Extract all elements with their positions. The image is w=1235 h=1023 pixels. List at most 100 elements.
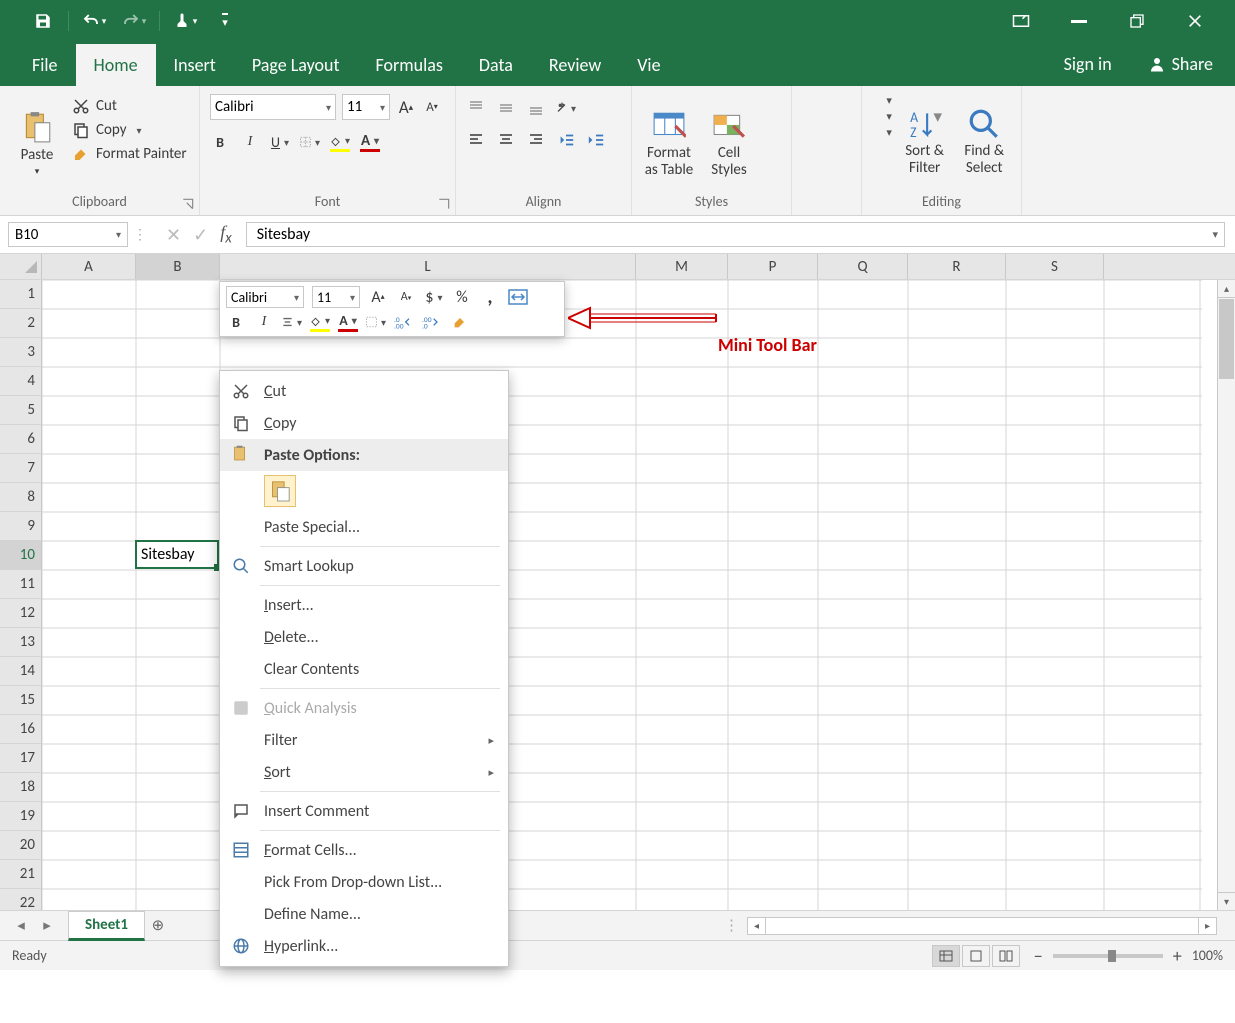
undo-button[interactable]: ▾ [77, 4, 111, 38]
ctx-paste-default[interactable] [264, 475, 296, 507]
fill-dropdown[interactable]: ▾ [886, 110, 892, 123]
mini-percent-format[interactable]: % [452, 287, 472, 307]
tab-home[interactable]: Home [76, 44, 156, 86]
format-painter-button[interactable]: Format Painter [70, 144, 189, 164]
scroll-left-button[interactable]: ◂ [748, 918, 766, 934]
row-header-2[interactable]: 2 [0, 309, 42, 338]
scroll-down-button[interactable]: ▾ [1218, 892, 1235, 910]
col-header-Q[interactable]: Q [818, 254, 908, 279]
row-header-12[interactable]: 12 [0, 599, 42, 628]
copy-button[interactable]: Copy [70, 120, 189, 140]
shrink-font-button[interactable]: A▾ [422, 97, 442, 117]
name-box[interactable]: B10▾ [8, 222, 128, 247]
horizontal-scrollbar[interactable]: ◂ ▸ [747, 917, 1217, 935]
new-sheet-button[interactable]: ⊕ [145, 916, 171, 935]
ctx-paste-special[interactable]: Paste Special... [220, 511, 508, 543]
active-cell[interactable]: Sitesbay [135, 540, 219, 569]
ctx-clear-contents[interactable]: Clear Contents [220, 653, 508, 685]
vertical-scrollbar[interactable]: ▴ ▾ [1217, 280, 1235, 910]
col-header-M[interactable]: M [636, 254, 728, 279]
format-as-table-button[interactable]: Format as Table [642, 94, 696, 193]
customize-qat-button[interactable]: ▾ [208, 4, 242, 38]
row-header-15[interactable]: 15 [0, 686, 42, 715]
fx-icon[interactable]: fx [220, 222, 232, 248]
font-name-combo[interactable]: Calibri▾ [210, 94, 336, 120]
tab-view[interactable]: Vie [619, 44, 678, 86]
tab-insert[interactable]: Insert [156, 44, 234, 86]
align-middle-button[interactable] [496, 98, 516, 118]
mini-grow-font[interactable]: A▴ [368, 287, 388, 307]
mini-format-painter[interactable] [450, 312, 470, 332]
ctx-delete[interactable]: Delete... [220, 621, 508, 653]
sheet-nav-prev[interactable]: ◂ [10, 915, 32, 937]
col-header-B[interactable]: B [136, 254, 220, 279]
row-header-16[interactable]: 16 [0, 715, 42, 744]
align-center-button[interactable] [496, 130, 516, 150]
mini-increase-decimal[interactable]: .0.00 [394, 312, 414, 332]
align-left-button[interactable] [466, 130, 486, 150]
select-all-corner[interactable] [0, 254, 42, 279]
mini-borders[interactable] [366, 312, 386, 332]
mini-decrease-decimal[interactable]: .00.0 [422, 312, 442, 332]
row-header-18[interactable]: 18 [0, 773, 42, 802]
font-dialog-launcher[interactable] [437, 197, 451, 211]
ctx-format-cells[interactable]: Format Cells... [220, 834, 508, 866]
zoom-value[interactable]: 100% [1192, 947, 1223, 964]
row-header-11[interactable]: 11 [0, 570, 42, 599]
close-button[interactable] [1173, 0, 1217, 42]
mini-font-size[interactable]: 11▾ [312, 286, 360, 308]
mini-bold[interactable]: B [226, 312, 246, 332]
mini-comma-format[interactable]: , [480, 287, 500, 307]
font-size-combo[interactable]: 11▾ [342, 94, 390, 120]
align-bottom-button[interactable] [526, 98, 546, 118]
touch-mode-button[interactable]: ▾ [168, 4, 202, 38]
minimize-button[interactable] [1057, 0, 1101, 42]
col-header-L[interactable]: L [220, 254, 636, 279]
mini-italic[interactable]: I [254, 312, 274, 332]
cut-button[interactable]: Cut [70, 96, 189, 116]
sort-filter-button[interactable]: AZ Sort & Filter [898, 90, 952, 193]
align-right-button[interactable] [526, 130, 546, 150]
normal-view-button[interactable] [932, 945, 960, 967]
tab-data[interactable]: Data [461, 44, 531, 86]
find-select-button[interactable]: Find & Select [957, 90, 1011, 193]
formula-input[interactable]: Sitesbay▾ [246, 222, 1225, 247]
share-button[interactable]: Share [1132, 43, 1229, 85]
mini-align[interactable] [282, 312, 302, 332]
row-header-20[interactable]: 20 [0, 831, 42, 860]
ctx-sort[interactable]: Sort▸ [220, 756, 508, 788]
expand-formula-bar-button[interactable]: ▾ [1212, 228, 1218, 241]
row-header-9[interactable]: 9 [0, 512, 42, 541]
row-header-3[interactable]: 3 [0, 338, 42, 367]
scroll-thumb[interactable] [1219, 299, 1234, 379]
col-header-P[interactable]: P [728, 254, 818, 279]
row-header-6[interactable]: 6 [0, 425, 42, 454]
mini-shrink-font[interactable]: A▾ [396, 287, 416, 307]
page-break-view-button[interactable] [992, 945, 1020, 967]
clear-dropdown[interactable]: ▾ [886, 126, 892, 139]
mini-accounting-format[interactable]: $ [424, 287, 444, 307]
ctx-insert-comment[interactable]: Insert Comment [220, 795, 508, 827]
tab-review[interactable]: Review [531, 44, 619, 86]
save-button[interactable] [26, 4, 60, 38]
clipboard-dialog-launcher[interactable] [181, 197, 195, 211]
scroll-right-button[interactable]: ▸ [1198, 918, 1216, 934]
align-top-button[interactable] [466, 98, 486, 118]
mini-merge-center[interactable] [508, 287, 528, 307]
row-header-13[interactable]: 13 [0, 628, 42, 657]
ctx-smart-lookup[interactable]: Smart Lookup [220, 550, 508, 582]
increase-indent-button[interactable] [586, 130, 606, 150]
bold-button[interactable]: B [210, 132, 230, 152]
ctx-define-name[interactable]: Define Name... [220, 898, 508, 930]
underline-button[interactable]: U [270, 132, 290, 152]
cell-styles-button[interactable]: Cell Styles [702, 94, 756, 193]
row-header-10[interactable]: 10 [0, 541, 42, 570]
zoom-in-button[interactable]: + [1173, 945, 1182, 967]
italic-button[interactable]: I [240, 132, 260, 152]
ctx-copy[interactable]: Copy [220, 407, 508, 439]
scroll-up-button[interactable]: ▴ [1218, 280, 1235, 298]
row-header-7[interactable]: 7 [0, 454, 42, 483]
ctx-pick-from-list[interactable]: Pick From Drop-down List... [220, 866, 508, 898]
ctx-hyperlink[interactable]: Hyperlink... [220, 930, 508, 962]
ctx-insert[interactable]: Insert... [220, 589, 508, 621]
